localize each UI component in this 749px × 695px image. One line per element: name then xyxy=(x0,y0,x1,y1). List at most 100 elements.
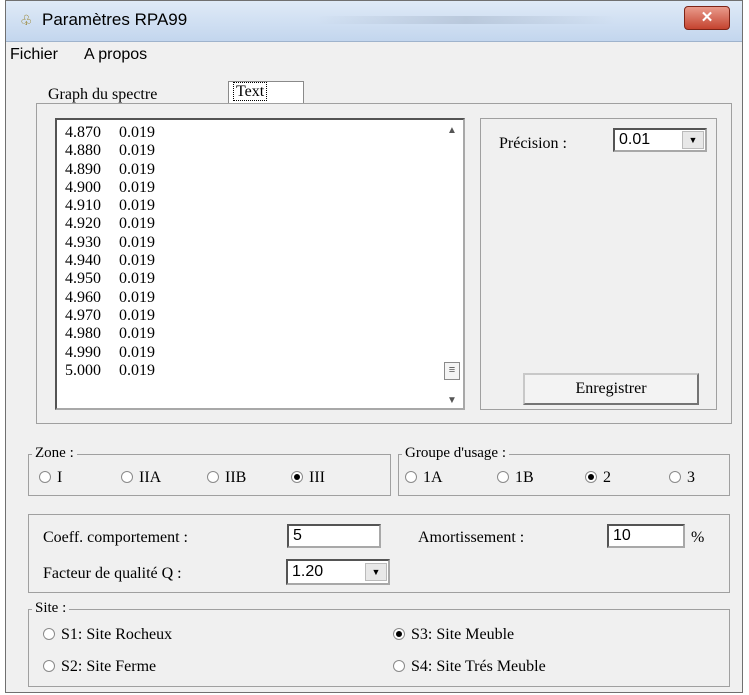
list-item[interactable]: 4.920 0.019 xyxy=(65,215,155,233)
spectrum-value: 0.019 xyxy=(119,306,155,324)
period-value: 4.960 xyxy=(65,288,101,306)
radio-selected-icon xyxy=(393,628,405,640)
menu-bar: Fichier A propos xyxy=(6,42,742,66)
zone-radio-iii[interactable]: III xyxy=(291,469,325,487)
precision-select[interactable]: 0.01 ▼ xyxy=(613,128,707,152)
site-option-label: S1: Site Rocheux xyxy=(61,626,173,643)
period-value: 4.970 xyxy=(65,306,101,324)
period-value: 4.920 xyxy=(65,215,101,233)
list-item[interactable]: 4.890 0.019 xyxy=(65,161,155,179)
period-value: 4.910 xyxy=(65,197,101,215)
zone-option-label: I xyxy=(57,469,63,486)
list-item[interactable]: 4.940 0.019 xyxy=(65,252,155,270)
spectrum-value: 0.019 xyxy=(119,325,155,343)
groupe-usage-group: Groupe d'usage : 1A 1B 2 3 xyxy=(398,445,730,496)
radio-icon xyxy=(497,471,509,483)
scroll-thumb[interactable]: ≡ xyxy=(444,362,460,380)
spectrum-value: 0.019 xyxy=(119,160,155,178)
scroll-up-icon[interactable]: ▲ xyxy=(447,125,457,136)
spectrum-listbox[interactable]: 4.870 0.019 4.880 0.019 4.890 0.019 4.900 0.019… xyxy=(55,118,465,410)
period-value: 5.000 xyxy=(65,361,101,379)
list-item[interactable]: 4.970 0.019 xyxy=(65,307,155,325)
precision-label: Précision : xyxy=(499,135,567,152)
usage-radio-3[interactable]: 3 xyxy=(669,469,695,487)
groupe-usage-legend: Groupe d'usage : xyxy=(402,445,510,462)
radio-selected-icon xyxy=(291,471,303,483)
period-value: 4.870 xyxy=(65,124,101,141)
list-item[interactable]: 4.900 0.019 xyxy=(65,179,155,197)
list-item[interactable]: 4.950 0.019 xyxy=(65,270,155,288)
usage-radio-1a[interactable]: 1A xyxy=(405,469,443,487)
spectrum-value: 0.019 xyxy=(119,197,155,215)
radio-selected-icon xyxy=(585,471,597,483)
zone-legend: Zone : xyxy=(32,445,77,462)
main-window: ♧ Paramètres RPA99 ✕ Fichier A propos Gr… xyxy=(5,0,743,693)
list-item[interactable]: 4.870 0.019 xyxy=(65,124,155,142)
usage-option-label: 1A xyxy=(423,469,443,486)
close-icon: ✕ xyxy=(700,9,714,26)
coeff-label: Coeff. comportement : xyxy=(43,529,188,546)
site-radio-s1[interactable]: S1: Site Rocheux xyxy=(43,626,172,644)
list-item[interactable]: 4.990 0.019 xyxy=(65,344,155,362)
vertical-scrollbar[interactable]: ▲ ≡ ▼ xyxy=(441,120,463,408)
close-button[interactable]: ✕ xyxy=(684,6,730,30)
usage-option-label: 1B xyxy=(515,469,534,486)
site-group: Site : S1: Site Rocheux S3: Site Meuble … xyxy=(28,600,730,687)
menu-a-propos[interactable]: A propos xyxy=(84,46,147,64)
usage-radio-2[interactable]: 2 xyxy=(585,469,611,487)
chevron-down-icon[interactable]: ▼ xyxy=(682,131,704,149)
period-value: 4.940 xyxy=(65,252,101,270)
usage-radio-1b[interactable]: 1B xyxy=(497,469,534,487)
list-item[interactable]: 5.000 0.019 xyxy=(65,362,155,380)
zone-group: Zone : I IIA IIB III xyxy=(28,445,391,496)
zone-option-label: IIA xyxy=(139,469,162,486)
spectrum-value: 0.019 xyxy=(119,288,155,306)
app-icon: ♧ xyxy=(20,12,33,28)
spectrum-value: 0.019 xyxy=(119,343,155,361)
tab-text[interactable]: Text xyxy=(228,81,304,103)
site-radio-s3[interactable]: S3: Site Meuble xyxy=(393,626,514,644)
list-item[interactable]: 4.980 0.019 xyxy=(65,325,155,343)
title-bar[interactable]: ♧ Paramètres RPA99 ✕ xyxy=(6,1,742,42)
amort-input[interactable]: 10 xyxy=(607,524,685,548)
spectrum-value: 0.019 xyxy=(119,215,155,233)
qualite-label: Facteur de qualité Q : xyxy=(43,565,182,582)
spectrum-value: 0.019 xyxy=(119,233,155,251)
window-title: Paramètres RPA99 xyxy=(42,10,188,29)
coeff-input[interactable]: 5 xyxy=(287,524,381,548)
site-radio-s2[interactable]: S2: Site Ferme xyxy=(43,658,156,676)
period-value: 4.930 xyxy=(65,233,101,251)
precision-panel: Précision : 0.01 ▼ Enregistrer xyxy=(480,118,717,410)
list-item[interactable]: 4.880 0.019 xyxy=(65,142,155,160)
usage-option-label: 3 xyxy=(687,469,695,486)
menu-fichier[interactable]: Fichier xyxy=(10,46,58,64)
list-item[interactable]: 4.910 0.019 xyxy=(65,197,155,215)
period-value: 4.880 xyxy=(65,142,101,160)
period-value: 4.900 xyxy=(65,178,101,196)
period-value: 4.950 xyxy=(65,270,101,288)
save-button[interactable]: Enregistrer xyxy=(523,373,699,405)
site-option-label: S2: Site Ferme xyxy=(61,658,157,675)
radio-icon xyxy=(39,471,51,483)
spectrum-value: 0.019 xyxy=(119,124,155,141)
zone-option-label: III xyxy=(309,469,325,486)
parameters-group: Coeff. comportement : 5 Amortissement : … xyxy=(28,514,730,593)
spectrum-value: 0.019 xyxy=(119,361,155,379)
zone-radio-iia[interactable]: IIA xyxy=(121,469,161,487)
zone-radio-i[interactable]: I xyxy=(39,469,62,487)
radio-icon xyxy=(669,471,681,483)
site-radio-s4[interactable]: S4: Site Trés Meuble xyxy=(393,658,546,676)
scroll-down-icon[interactable]: ▼ xyxy=(447,395,457,406)
site-legend: Site : xyxy=(32,600,70,617)
chevron-down-icon[interactable]: ▼ xyxy=(365,563,387,581)
qualite-select[interactable]: 1.20 ▼ xyxy=(286,559,390,585)
list-item[interactable]: 4.930 0.019 xyxy=(65,234,155,252)
radio-icon xyxy=(393,660,405,672)
radio-icon xyxy=(121,471,133,483)
usage-option-label: 2 xyxy=(603,469,611,486)
list-item[interactable]: 4.960 0.019 xyxy=(65,289,155,307)
zone-radio-iib[interactable]: IIB xyxy=(207,469,246,487)
zone-option-label: IIB xyxy=(225,469,247,486)
amort-unit: % xyxy=(691,529,705,546)
tab-graph-du-spectre[interactable]: Graph du spectre xyxy=(48,86,157,104)
